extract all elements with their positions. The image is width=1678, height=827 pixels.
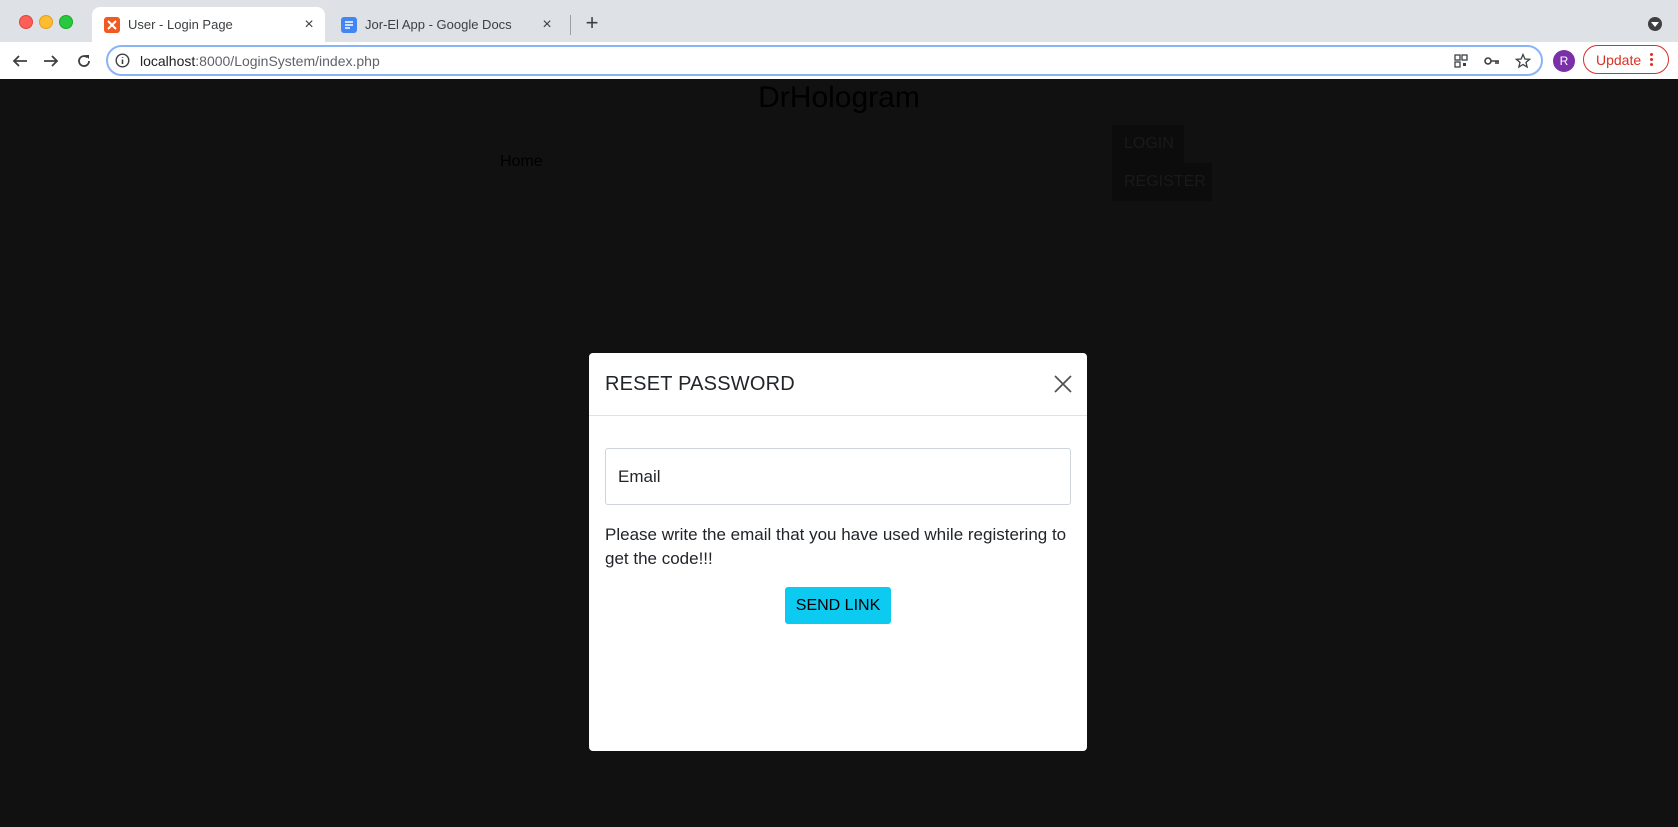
key-icon[interactable] <box>1483 52 1501 70</box>
browser-toolbar: localhost:8000/LoginSystem/index.php R U… <box>0 42 1678 80</box>
tab-close-icon[interactable]: × <box>539 16 555 33</box>
browser-tab-strip: User - Login Page × Jor-El App - Google … <box>0 0 1678 42</box>
new-tab-icon[interactable]: + <box>581 12 603 35</box>
tab-divider <box>570 15 571 35</box>
update-button[interactable]: Update <box>1583 45 1669 74</box>
send-link-button[interactable]: SEND LINK <box>785 587 891 624</box>
address-bar[interactable]: localhost:8000/LoginSystem/index.php <box>106 45 1543 76</box>
tab-search-icon[interactable] <box>1648 17 1662 31</box>
email-field[interactable] <box>605 448 1071 505</box>
google-docs-favicon-icon <box>341 16 357 33</box>
window-maximize-button[interactable] <box>59 15 73 29</box>
register-button[interactable]: REGISTER <box>1112 163 1212 201</box>
reload-icon[interactable] <box>72 49 96 73</box>
tab-user-login-page[interactable]: User - Login Page × <box>92 7 325 42</box>
info-icon[interactable] <box>115 53 130 73</box>
profile-avatar[interactable]: R <box>1553 50 1575 72</box>
nav-home-link[interactable]: Home <box>500 153 543 171</box>
window-minimize-button[interactable] <box>39 15 53 29</box>
tab-google-docs[interactable]: Jor-El App - Google Docs × <box>329 7 563 42</box>
modal-header: RESET PASSWORD <box>589 353 1087 416</box>
tab-close-icon[interactable]: × <box>301 16 317 33</box>
qr-code-icon[interactable] <box>1452 52 1470 70</box>
forward-arrow-icon[interactable] <box>39 49 63 73</box>
close-icon[interactable] <box>1052 373 1074 395</box>
more-vert-icon <box>1650 53 1654 66</box>
url-text: localhost:8000/LoginSystem/index.php <box>140 53 380 69</box>
window-close-button[interactable] <box>19 15 33 29</box>
modal-title: RESET PASSWORD <box>605 373 795 395</box>
login-button[interactable]: LOGIN <box>1112 125 1184 163</box>
xampp-favicon-icon <box>104 16 120 33</box>
reset-password-modal: RESET PASSWORD Please write the email th… <box>589 353 1087 751</box>
back-arrow-icon[interactable] <box>8 49 32 73</box>
help-text: Please write the email that you have use… <box>605 525 1067 568</box>
tab-title: User - Login Page <box>128 17 233 32</box>
star-icon[interactable] <box>1514 52 1532 70</box>
site-title: DrHologram <box>758 81 920 114</box>
tab-title: Jor-El App - Google Docs <box>365 17 512 32</box>
